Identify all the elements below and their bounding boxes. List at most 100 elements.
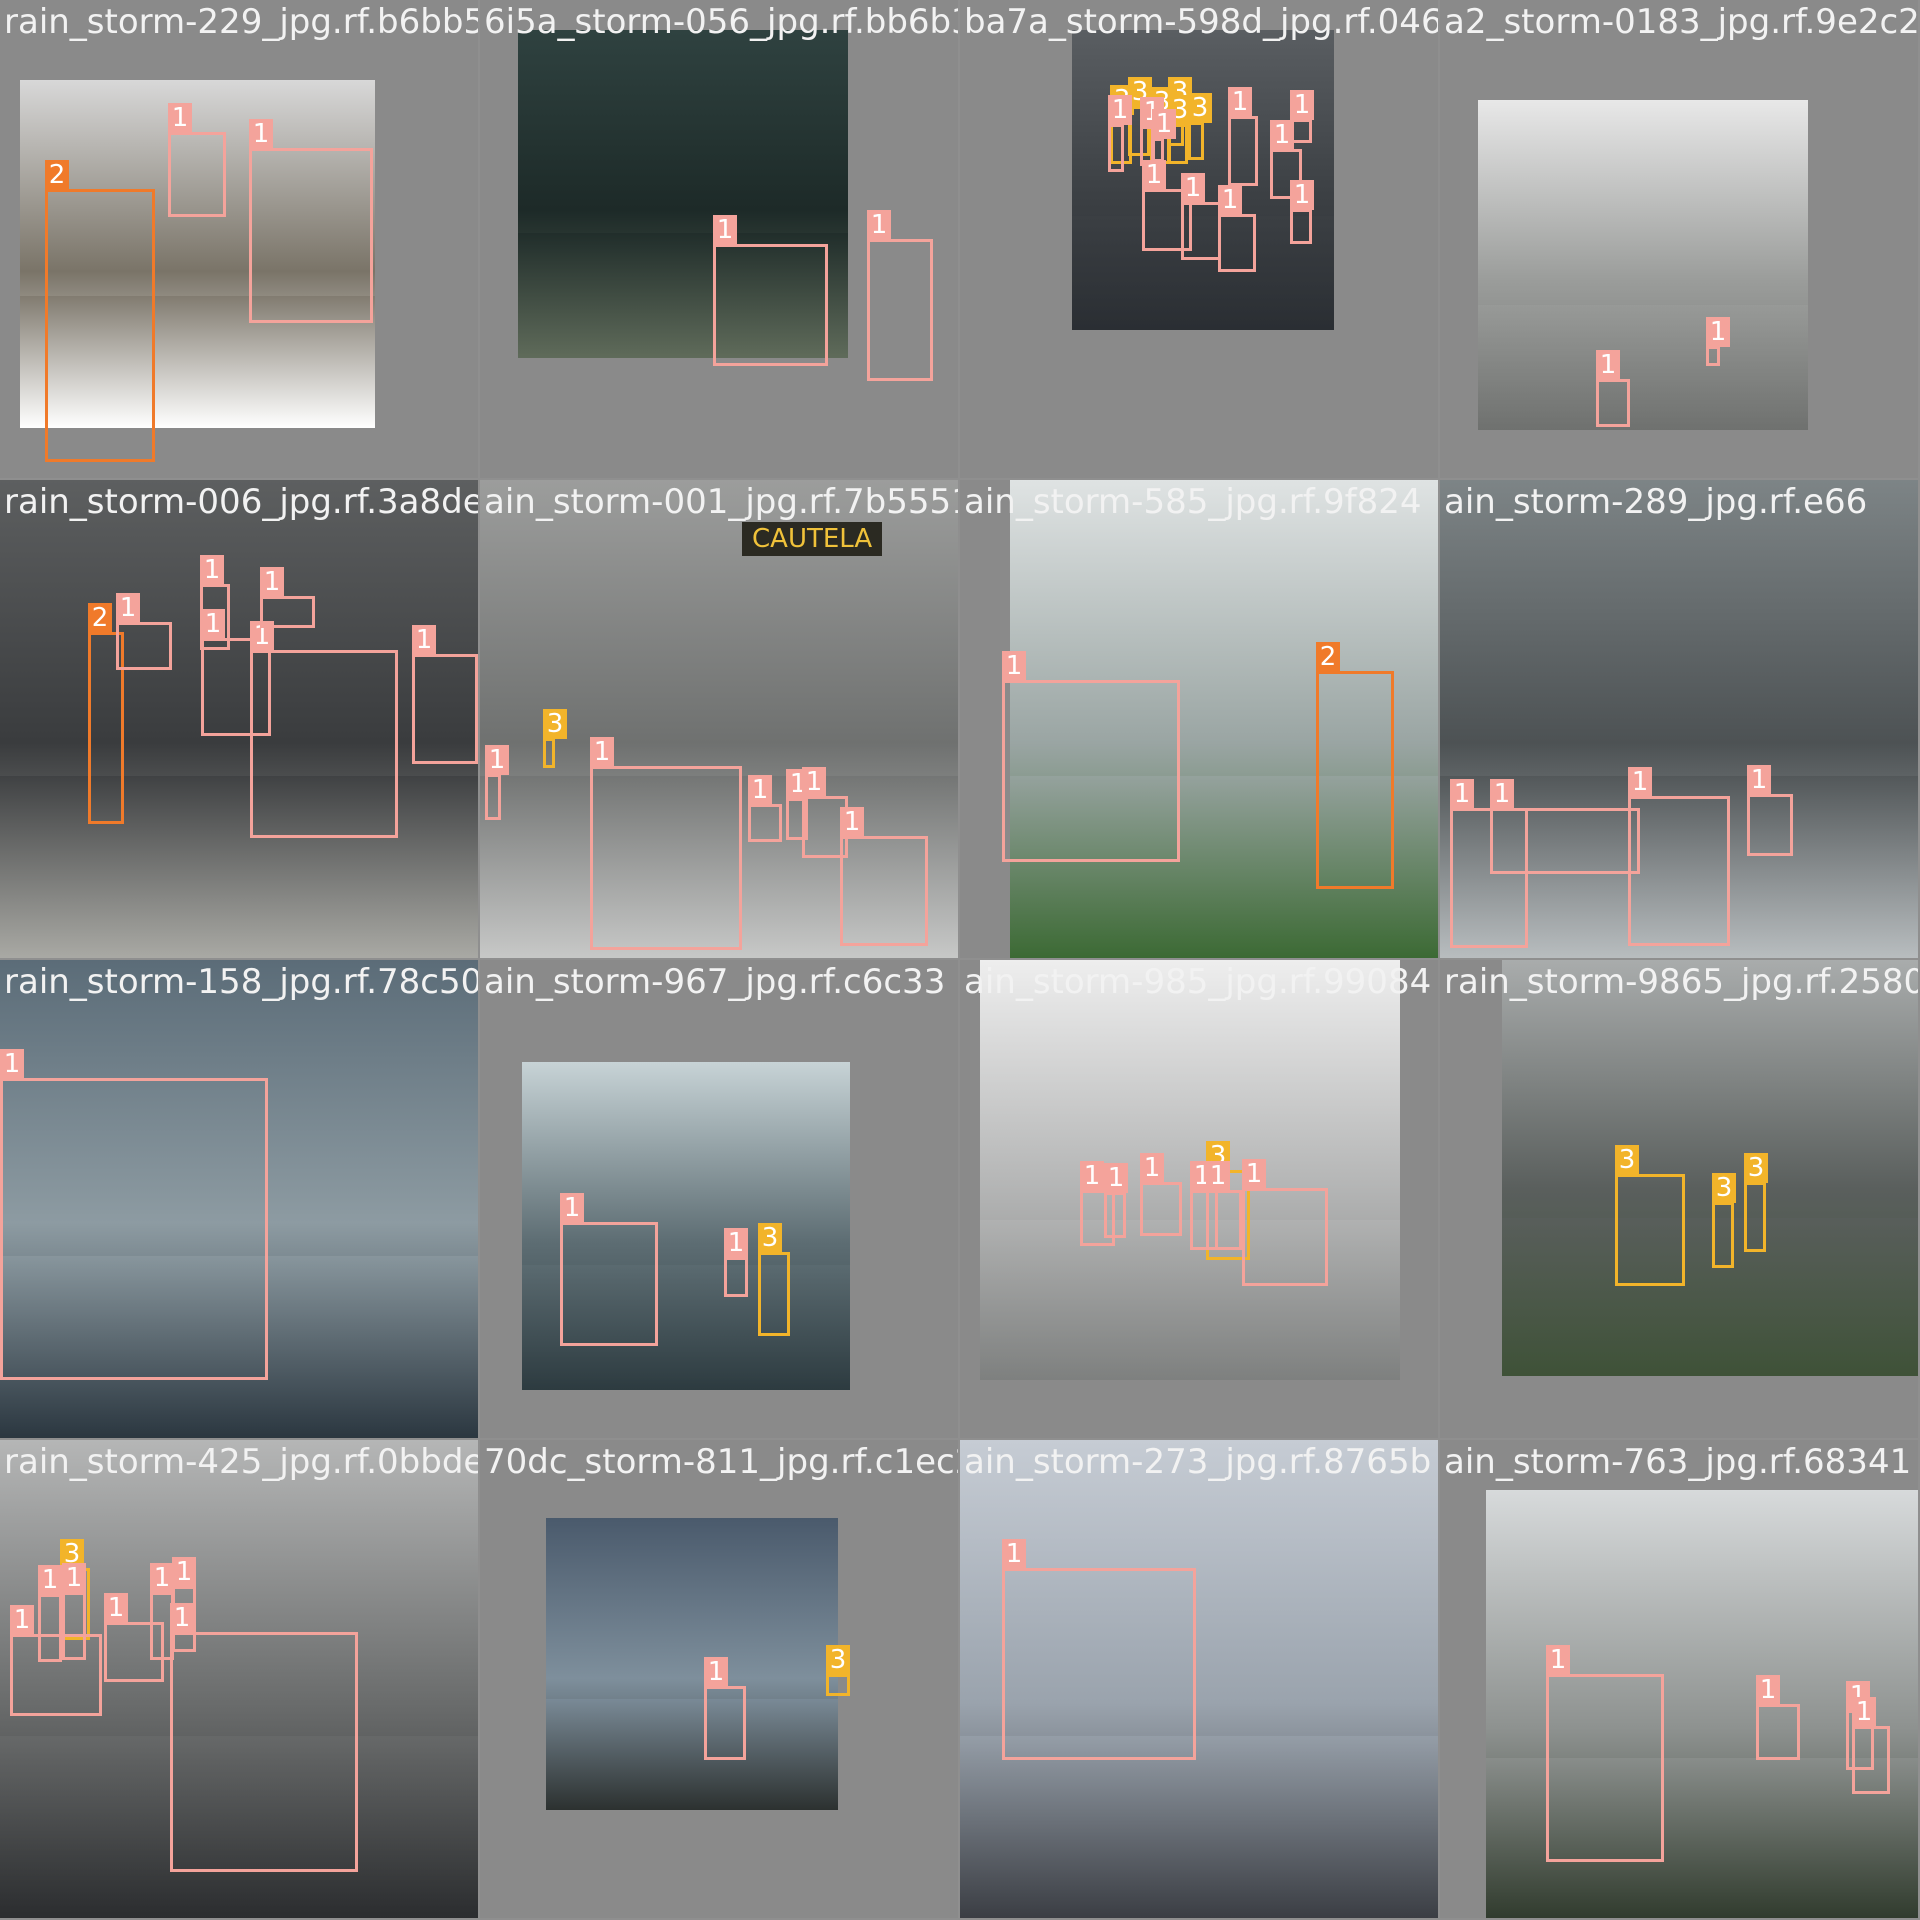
image-filename: rain_storm-006_jpg.rf.3a8de <box>4 482 478 522</box>
detection-box-class-1: 1 <box>249 119 373 323</box>
detection-box-class-1: 1 <box>1546 1645 1664 1862</box>
class-label: 1 <box>1450 779 1474 809</box>
detection-box-class-1: 1 <box>713 215 828 366</box>
class-label: 3 <box>1712 1173 1736 1203</box>
class-label: 1 <box>713 215 737 245</box>
rain-scene-photo <box>546 1518 838 1810</box>
detection-box-class-1: 1 <box>1181 173 1221 260</box>
detection-box-class-3: 3 <box>1188 93 1212 160</box>
image-tile[interactable]: a2_storm-0183_jpg.rf.9e2c2 1 1 <box>1440 0 1918 478</box>
class-label: 1 <box>260 567 284 597</box>
image-filename: rain_storm-229_jpg.rf.b6bb56ba9253b0785 <box>4 2 478 42</box>
class-label: 1 <box>704 1657 728 1687</box>
image-tile[interactable]: ain_storm-585_jpg.rf.9f824 1 2 <box>960 480 1438 958</box>
class-label: 1 <box>840 807 864 837</box>
image-filename: 70dc_storm-811_jpg.rf.c1ec2 <box>484 1442 958 1482</box>
image-filename: ain_storm-001_jpg.rf.7b5551 <box>484 482 958 522</box>
image-tile[interactable]: ain_storm-289_jpg.rf.e66 1 1 1 1 <box>1440 480 1918 958</box>
image-tile[interactable]: 6i5a_storm-056_jpg.rf.bb6b3b0f7 1 1 <box>480 0 958 478</box>
class-label: 1 <box>1152 109 1176 139</box>
class-label: 1 <box>1181 173 1205 203</box>
class-label: 1 <box>1242 1159 1266 1189</box>
class-label: 3 <box>826 1645 850 1675</box>
class-label: 3 <box>1744 1153 1768 1183</box>
image-filename: 6i5a_storm-056_jpg.rf.bb6b3b0f7 <box>484 2 958 42</box>
class-label: 1 <box>104 1593 128 1623</box>
image-tile[interactable]: CAUTELA ain_storm-001_jpg.rf.7b5551 3 1 1 1 1 1… <box>480 480 958 958</box>
detection-box-class-1: 1 <box>1206 1161 1242 1250</box>
class-label: 3 <box>1188 93 1212 123</box>
class-label: 1 <box>150 1563 174 1593</box>
detection-box-class-1: 1 <box>1152 109 1176 162</box>
detection-mosaic: rain_storm-229_jpg.rf.b6bb56ba9253b0785 2… <box>0 0 1920 1920</box>
class-label: 1 <box>201 609 225 639</box>
rain-scene-photo <box>1478 100 1808 430</box>
class-label: 1 <box>1747 765 1771 795</box>
detection-box-class-1: 1 <box>168 103 226 217</box>
detection-box-class-1: 1 <box>1747 765 1793 856</box>
image-filename: rain_storm-9865_jpg.rf.25807 <box>1444 962 1918 1002</box>
image-tile[interactable]: ain_storm-273_jpg.rf.8765b 1 <box>960 1440 1438 1918</box>
image-filename: ain_storm-585_jpg.rf.9f824 <box>964 482 1422 522</box>
class-label: 1 <box>1002 651 1026 681</box>
detection-box-class-3: 3 <box>1744 1153 1768 1252</box>
detection-box-class-1: 1 <box>1104 1163 1128 1238</box>
class-label: 1 <box>1596 350 1620 380</box>
image-tile[interactable]: ba7a_storm-598d_jpg.rf.046600ea233333311… <box>960 0 1438 478</box>
class-label: 1 <box>1218 185 1242 215</box>
detection-box-class-1: 1 <box>1242 1159 1328 1286</box>
image-tile[interactable]: ain_storm-985_jpg.rf.99084 3 1 1 1 1 1 1 <box>960 960 1438 1438</box>
detection-box-class-1: 1 <box>840 807 928 946</box>
class-label: 1 <box>1628 767 1652 797</box>
detection-box-class-1: 1 <box>412 625 478 764</box>
class-label: 2 <box>88 603 112 633</box>
detection-box-class-1: 1 <box>104 1593 164 1682</box>
detection-box-class-1: 1 <box>1628 767 1730 946</box>
detection-box-class-1: 1 <box>1002 651 1180 862</box>
detection-box-class-1: 1 <box>867 210 933 381</box>
detection-box-class-3: 3 <box>1712 1173 1736 1268</box>
image-tile[interactable]: 70dc_storm-811_jpg.rf.c1ec2 1 3 <box>480 1440 958 1918</box>
class-label: 1 <box>200 555 224 585</box>
class-label: 1 <box>1756 1675 1780 1705</box>
class-label: 1 <box>412 625 436 655</box>
detection-box-class-1: 1 <box>560 1193 658 1346</box>
class-label: 1 <box>116 593 140 623</box>
image-filename: ain_storm-289_jpg.rf.e66 <box>1444 482 1868 522</box>
detection-box-class-1: 1 <box>704 1657 746 1760</box>
class-label: 1 <box>62 1563 86 1593</box>
detection-box-class-1: 1 <box>250 621 398 838</box>
detection-box-class-1: 1 <box>1596 350 1630 427</box>
image-tile[interactable]: ain_storm-967_jpg.rf.c6c33 1 1 3 <box>480 960 958 1438</box>
image-tile[interactable]: ain_storm-763_jpg.rf.68341 1 1 1 1 <box>1440 1440 1918 1918</box>
class-label: 1 <box>1852 1697 1876 1727</box>
detection-box-class-1: 1 <box>260 567 315 628</box>
image-tile[interactable]: rain_storm-006_jpg.rf.3a8de 2 1 1 1 1 1 1 <box>0 480 478 958</box>
image-tile[interactable]: rain_storm-425_jpg.rf.0bbde 3 1 1 1 1 1 1 1 <box>0 1440 478 1918</box>
class-label: 1 <box>1142 160 1166 190</box>
image-tile[interactable]: rain_storm-229_jpg.rf.b6bb56ba9253b0785 2… <box>0 0 478 478</box>
detection-box-class-1: 1 <box>1756 1675 1800 1760</box>
image-filename: rain_storm-425_jpg.rf.0bbde <box>4 1442 478 1482</box>
detection-box-class-3: 3 <box>758 1223 790 1336</box>
detection-box-class-1: 1 <box>1140 1153 1182 1236</box>
detection-box-class-2: 2 <box>1316 642 1394 889</box>
detection-box-class-1: 1 <box>1228 87 1258 186</box>
image-filename: ain_storm-985_jpg.rf.99084 <box>964 962 1432 1002</box>
class-label: 2 <box>45 160 69 190</box>
image-tile[interactable]: rain_storm-158_jpg.rf.78c50 1 <box>0 960 478 1438</box>
image-filename: rain_storm-158_jpg.rf.78c50 <box>4 962 478 1002</box>
class-label: 3 <box>758 1223 782 1253</box>
class-label: 1 <box>560 1193 584 1223</box>
detection-box-class-1: 1 <box>0 1049 268 1380</box>
detection-box-class-1: 1 <box>748 775 782 842</box>
detection-box-class-1: 1 <box>1218 185 1256 272</box>
detection-box-class-1: 1 <box>116 593 172 670</box>
class-label: 1 <box>1546 1645 1570 1675</box>
class-label: 1 <box>802 767 826 797</box>
class-label: 1 <box>170 1603 194 1633</box>
detection-box-class-1: 1 <box>1706 317 1730 366</box>
image-tile[interactable]: rain_storm-9865_jpg.rf.25807 3 3 3 <box>1440 960 1918 1438</box>
detection-box-class-3: 3 <box>1615 1145 1685 1286</box>
class-label: 1 <box>724 1228 748 1258</box>
